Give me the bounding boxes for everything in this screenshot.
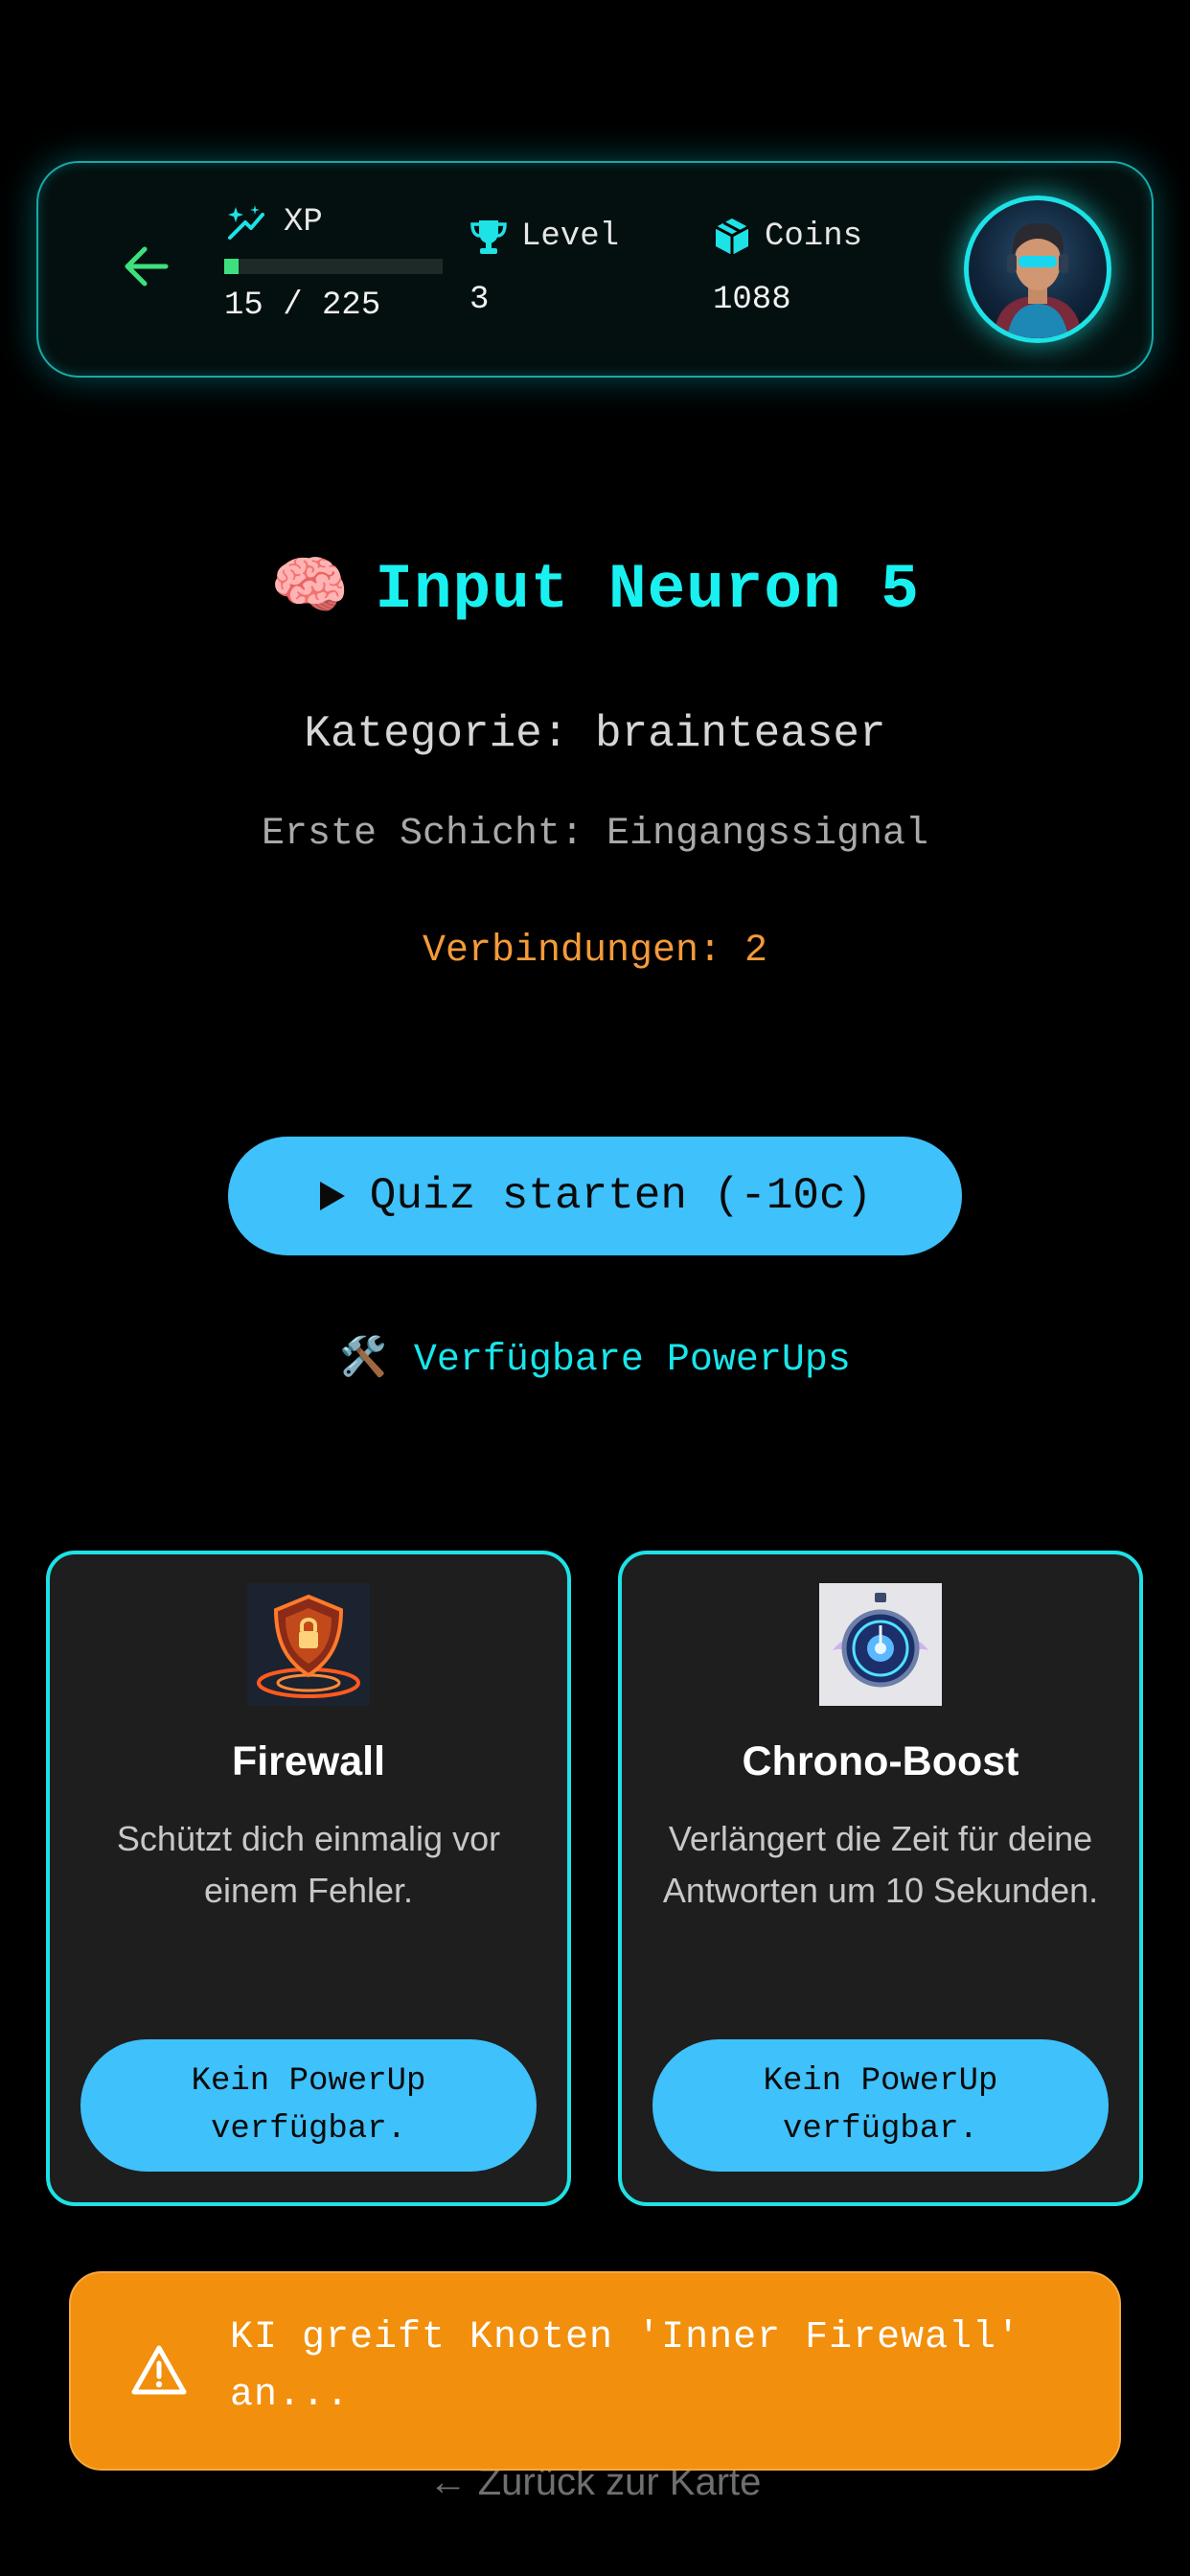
- powerups-heading: 🛠️ Verfügbare PowerUps: [0, 1334, 1190, 1382]
- node-connections: Verbindungen: 2: [422, 930, 768, 973]
- node-title-row: 🧠 Input Neuron 5: [0, 548, 1190, 626]
- xp-stat: XP 15 / 225: [224, 203, 443, 324]
- level-stat: Level 3: [469, 217, 619, 318]
- stopwatch-icon: [819, 1583, 942, 1706]
- avatar[interactable]: [964, 196, 1111, 343]
- powerup-card-firewall: Firewall Schützt dich einmalig vor einem…: [46, 1551, 571, 2206]
- alert-toast: KI greift Knoten 'Inner Firewall' an...: [69, 2271, 1121, 2471]
- coins-label: Coins: [765, 218, 863, 255]
- trophy-icon: [470, 220, 507, 254]
- level-label: Level: [521, 218, 620, 255]
- tools-icon: 🛠️: [339, 1335, 387, 1379]
- xp-progress-bar: [224, 259, 443, 274]
- back-button[interactable]: [117, 238, 174, 295]
- level-value: 3: [469, 282, 490, 318]
- powerup-card-chrono-boost: Chrono-Boost Verlängert die Zeit für dei…: [618, 1551, 1143, 2206]
- brain-icon: 🧠: [270, 548, 351, 622]
- stats-header: XP 15 / 225 Level 3 Coins 1088: [36, 161, 1154, 378]
- sparkles-icon: [228, 205, 264, 240]
- xp-value: 15 / 225: [224, 288, 381, 324]
- powerup-use-button[interactable]: Kein PowerUp verfügbar.: [80, 2039, 537, 2172]
- coins-value: 1088: [713, 282, 791, 318]
- arrow-left-icon: [125, 246, 169, 287]
- powerup-description: Verlängert die Zeit für deine Antworten …: [662, 1819, 1099, 1910]
- warning-icon: [131, 2345, 187, 2395]
- powerup-use-button[interactable]: Kein PowerUp verfügbar.: [652, 2039, 1109, 2172]
- avatar-portrait-icon: [994, 222, 1082, 338]
- start-quiz-button[interactable]: Quiz starten (-10c): [228, 1137, 962, 1255]
- coins-stat: Coins 1088: [713, 217, 862, 318]
- node-category: Kategorie: brainteaser: [304, 709, 886, 759]
- start-quiz-label: Quiz starten (-10c): [369, 1171, 873, 1221]
- alert-message: KI greift Knoten 'Inner Firewall' an...: [230, 2316, 1021, 2417]
- node-layer: Erste Schicht: Eingangssignal: [261, 813, 929, 856]
- shield-lock-icon: [247, 1583, 370, 1706]
- powerup-name: Chrono-Boost: [742, 1738, 1019, 1784]
- powerup-name: Firewall: [231, 1738, 386, 1784]
- powerups-heading-label: Verfügbare PowerUps: [413, 1339, 851, 1382]
- xp-progress-fill: [224, 259, 240, 274]
- powerup-description: Schützt dich einmalig vor einem Fehler.: [116, 1819, 501, 1910]
- xp-label: XP: [284, 204, 323, 241]
- play-icon: [319, 1182, 345, 1210]
- cube-icon: [715, 218, 749, 255]
- node-title: Input Neuron 5: [375, 554, 920, 626]
